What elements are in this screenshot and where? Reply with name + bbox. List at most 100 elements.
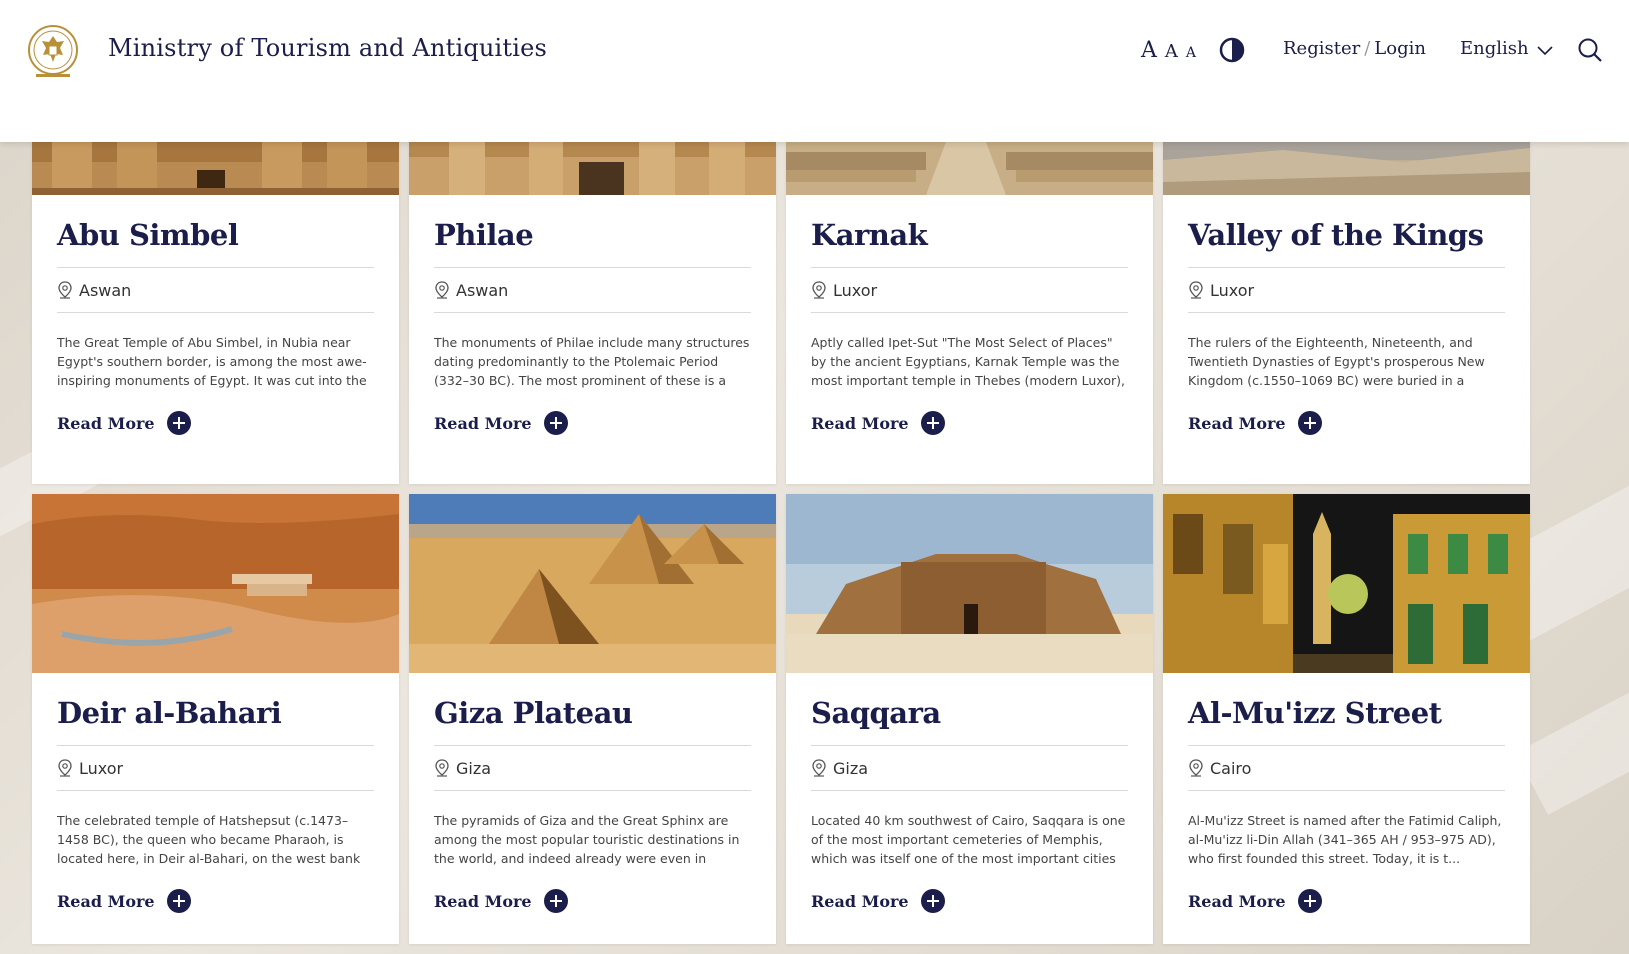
- plus-circle-icon: [1297, 411, 1322, 435]
- card-title[interactable]: Deir al-Bahari: [57, 691, 374, 735]
- language-selector[interactable]: English: [1460, 38, 1553, 59]
- auth-separator: /: [1364, 38, 1371, 59]
- location-pin-icon: [1189, 281, 1203, 299]
- card-title[interactable]: Valley of the Kings: [1188, 213, 1505, 257]
- location-pin-icon: [58, 281, 72, 299]
- location-label: Luxor: [1210, 280, 1255, 300]
- card-location: Luxor: [811, 268, 1128, 312]
- card-title[interactable]: Philae: [434, 213, 751, 257]
- card-image[interactable]: [32, 142, 399, 195]
- font-size-medium-button[interactable]: A: [1165, 41, 1178, 62]
- location-label: Cairo: [1210, 758, 1252, 778]
- egypt-eagle-logo[interactable]: [26, 24, 80, 80]
- font-size-controls: A A A: [1141, 38, 1196, 63]
- card-body: Philae Aswan The monuments of Philae inc…: [434, 213, 751, 435]
- site-card-philae[interactable]: Philae Aswan The monuments of Philae inc…: [409, 142, 776, 484]
- card-title[interactable]: Abu Simbel: [57, 213, 374, 257]
- read-more-label: Read More: [1188, 413, 1286, 433]
- card-title[interactable]: Giza Plateau: [434, 691, 751, 735]
- read-more-button[interactable]: Read More: [1188, 411, 1505, 435]
- plus-circle-icon: [166, 889, 191, 913]
- read-more-button[interactable]: Read More: [1188, 889, 1505, 913]
- read-more-label: Read More: [434, 891, 532, 911]
- login-link[interactable]: Login: [1374, 38, 1426, 59]
- site-card-abu-simbel[interactable]: Abu Simbel Aswan The Great Temple of Abu…: [32, 142, 399, 484]
- plus-circle-icon: [543, 889, 568, 913]
- card-image[interactable]: [786, 142, 1153, 195]
- card-location: Giza: [811, 746, 1128, 790]
- site-card-al-muizz-street[interactable]: Al-Mu'izz Street Cairo Al-Mu'izz Street …: [1163, 494, 1530, 944]
- font-size-large-button[interactable]: A: [1141, 38, 1157, 63]
- location-pin-icon: [435, 759, 449, 777]
- plus-circle-icon: [920, 889, 945, 913]
- read-more-label: Read More: [811, 413, 909, 433]
- read-more-button[interactable]: Read More: [57, 889, 374, 913]
- card-location: Cairo: [1188, 746, 1505, 790]
- card-description: The pyramids of Giza and the Great Sphin…: [434, 813, 740, 871]
- card-title[interactable]: Saqqara: [811, 691, 1128, 735]
- background-decoration: [1515, 659, 1629, 815]
- read-more-button[interactable]: Read More: [434, 889, 751, 913]
- card-description: The celebrated temple of Hatshepsut (c.1…: [57, 813, 361, 871]
- card-description: Aptly called Ipet-Sut "The Most Select o…: [811, 335, 1125, 393]
- card-image[interactable]: [32, 494, 399, 673]
- card-title[interactable]: Al-Mu'izz Street: [1188, 691, 1505, 735]
- card-location: Luxor: [57, 746, 374, 790]
- plus-circle-icon: [1297, 889, 1322, 913]
- location-label: Luxor: [79, 758, 124, 778]
- location-label: Aswan: [456, 280, 509, 300]
- read-more-button[interactable]: Read More: [811, 411, 1128, 435]
- site-card-saqqara[interactable]: Saqqara Giza Located 40 km southwest of …: [786, 494, 1153, 944]
- plus-circle-icon: [920, 411, 945, 435]
- read-more-label: Read More: [434, 413, 532, 433]
- location-pin-icon: [1189, 759, 1203, 777]
- site-card-giza-plateau[interactable]: Giza Plateau Giza The pyramids of Giza a…: [409, 494, 776, 944]
- card-body: Valley of the Kings Luxor The rulers of …: [1188, 213, 1505, 435]
- card-body: Saqqara Giza Located 40 km southwest of …: [811, 691, 1128, 913]
- location-label: Giza: [456, 758, 492, 778]
- search-icon[interactable]: [1577, 37, 1603, 63]
- site-header: Ministry of Tourism and Antiquities A A …: [0, 0, 1629, 142]
- card-location: Aswan: [57, 268, 374, 312]
- card-image[interactable]: [1163, 142, 1530, 195]
- card-description: Located 40 km southwest of Cairo, Saqqar…: [811, 813, 1126, 871]
- read-more-label: Read More: [57, 413, 155, 433]
- card-description: The monuments of Philae include many str…: [434, 335, 750, 393]
- location-pin-icon: [812, 759, 826, 777]
- card-description: The Great Temple of Abu Simbel, in Nubia…: [57, 335, 367, 393]
- language-label: English: [1460, 38, 1529, 59]
- site-card-deir-al-bahari[interactable]: Deir al-Bahari Luxor The celebrated temp…: [32, 494, 399, 944]
- location-label: Luxor: [833, 280, 878, 300]
- site-card-karnak[interactable]: Karnak Luxor Aptly called Ipet-Sut "The …: [786, 142, 1153, 484]
- card-body: Karnak Luxor Aptly called Ipet-Sut "The …: [811, 213, 1128, 435]
- site-card-valley-of-the-kings[interactable]: Valley of the Kings Luxor The rulers of …: [1163, 142, 1530, 484]
- plus-circle-icon: [543, 411, 568, 435]
- card-image[interactable]: [409, 494, 776, 673]
- location-label: Giza: [833, 758, 869, 778]
- location-pin-icon: [58, 759, 72, 777]
- register-link[interactable]: Register: [1283, 38, 1360, 59]
- card-image[interactable]: [1163, 494, 1530, 673]
- card-location: Giza: [434, 746, 751, 790]
- read-more-button[interactable]: Read More: [811, 889, 1128, 913]
- contrast-icon[interactable]: [1219, 37, 1245, 63]
- read-more-button[interactable]: Read More: [434, 411, 751, 435]
- card-title[interactable]: Karnak: [811, 213, 1128, 257]
- read-more-label: Read More: [811, 891, 909, 911]
- card-image[interactable]: [786, 494, 1153, 673]
- card-body: Giza Plateau Giza The pyramids of Giza a…: [434, 691, 751, 913]
- site-title[interactable]: Ministry of Tourism and Antiquities: [108, 34, 547, 62]
- location-pin-icon: [812, 281, 826, 299]
- card-location: Aswan: [434, 268, 751, 312]
- card-body: Al-Mu'izz Street Cairo Al-Mu'izz Street …: [1188, 691, 1505, 913]
- auth-links: Register / Login: [1283, 38, 1426, 59]
- card-description: The rulers of the Eighteenth, Nineteenth…: [1188, 335, 1485, 393]
- card-body: Abu Simbel Aswan The Great Temple of Abu…: [57, 213, 374, 435]
- chevron-down-icon: [1537, 45, 1553, 55]
- card-location: Luxor: [1188, 268, 1505, 312]
- read-more-button[interactable]: Read More: [57, 411, 374, 435]
- font-size-small-button[interactable]: A: [1186, 45, 1196, 61]
- card-image[interactable]: [409, 142, 776, 195]
- plus-circle-icon: [166, 411, 191, 435]
- location-label: Aswan: [79, 280, 132, 300]
